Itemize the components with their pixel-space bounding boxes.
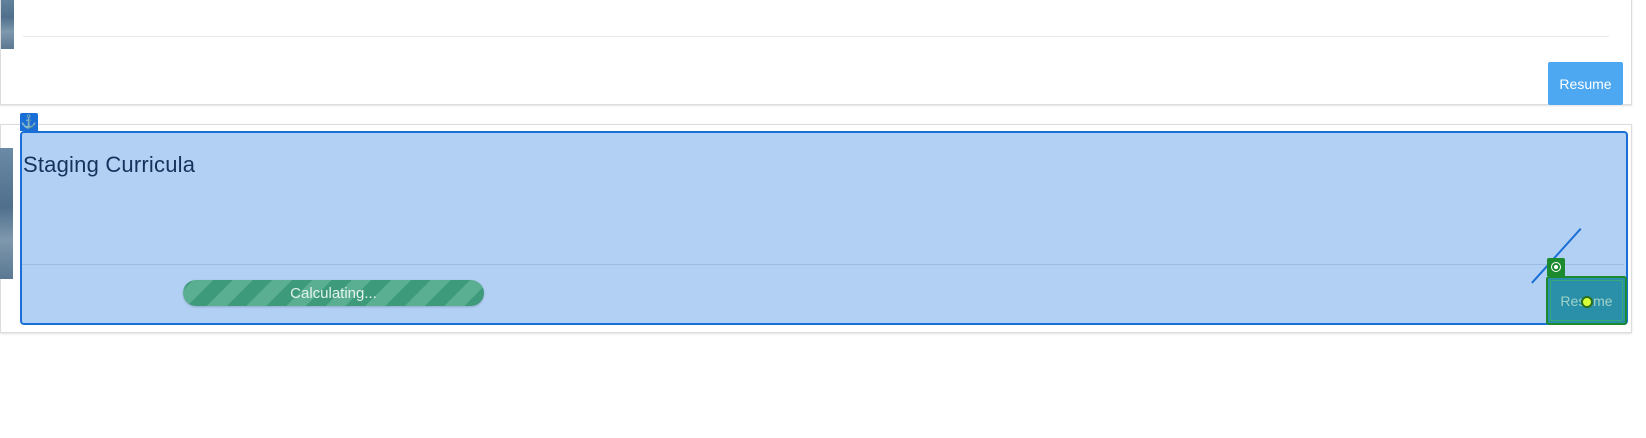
course-card-1 <box>0 0 1632 105</box>
card-divider <box>23 36 1609 37</box>
course-thumbnail <box>1 0 14 49</box>
course-thumbnail <box>0 148 13 279</box>
progress-label: Calculating... <box>290 284 377 302</box>
resume-button[interactable]: Resume <box>1548 62 1623 105</box>
course-title[interactable]: Staging Curricula <box>23 152 195 178</box>
target-icon <box>1547 258 1565 276</box>
page: Resume ⚓ Staging Curricula Calculating..… <box>0 0 1646 438</box>
cursor-pointer-icon <box>1581 296 1593 308</box>
progress-bar: Calculating... <box>183 280 484 306</box>
card-divider <box>22 264 1624 265</box>
anchor-icon: ⚓ <box>20 113 38 131</box>
